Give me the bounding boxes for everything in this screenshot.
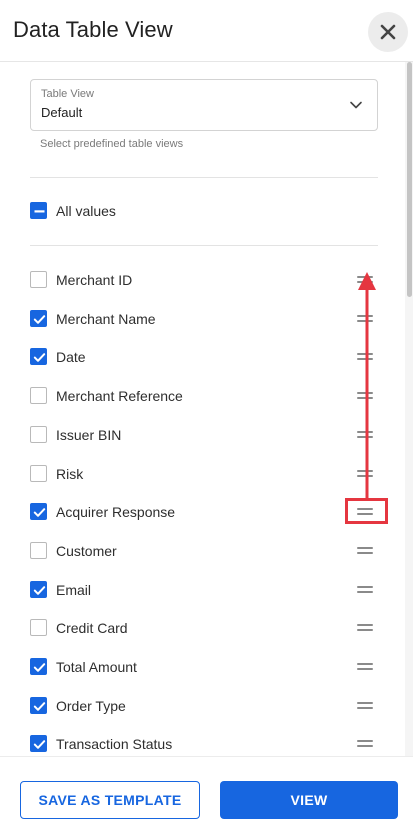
view-button[interactable]: VIEW <box>220 781 398 819</box>
table-view-helper-text: Select predefined table views <box>40 138 184 150</box>
column-checkbox[interactable] <box>30 387 47 404</box>
chevron-down-icon <box>350 101 362 109</box>
column-label: Merchant ID <box>56 272 133 288</box>
drag-handle-icon[interactable] <box>357 738 375 750</box>
table-view-select-label: Table View <box>41 88 94 100</box>
column-row[interactable]: Merchant Name <box>30 307 378 331</box>
column-row[interactable]: Merchant Reference <box>30 384 378 408</box>
column-checkbox[interactable] <box>30 658 47 675</box>
column-label: Acquirer Response <box>56 504 176 520</box>
column-label: Merchant Reference <box>56 388 183 404</box>
divider <box>30 177 378 178</box>
column-label: Date <box>56 349 86 365</box>
panel-footer: SAVE AS TEMPLATE VIEW <box>0 756 413 836</box>
column-label: Transaction Status <box>56 736 173 752</box>
check-icon <box>33 663 46 672</box>
column-checkbox[interactable] <box>30 503 47 520</box>
close-button[interactable] <box>368 12 408 52</box>
column-row[interactable]: Order Type <box>30 694 378 718</box>
check-icon <box>33 353 46 362</box>
column-checkbox[interactable] <box>30 619 47 636</box>
drag-handle-icon[interactable] <box>357 545 375 557</box>
check-icon <box>33 508 46 517</box>
column-row[interactable]: Customer <box>30 539 378 563</box>
column-row[interactable]: Merchant ID <box>30 268 378 292</box>
column-label: Total Amount <box>56 659 137 675</box>
column-checkbox[interactable] <box>30 697 47 714</box>
check-icon <box>33 740 46 749</box>
column-row[interactable]: Email <box>30 578 378 602</box>
indeterminate-icon <box>34 210 45 213</box>
column-row[interactable]: Credit Card <box>30 616 378 640</box>
arrow-up-icon <box>358 272 376 498</box>
save-as-template-button[interactable]: SAVE AS TEMPLATE <box>20 781 200 819</box>
data-table-view-panel: Data Table View Table View Default Selec… <box>0 0 413 836</box>
check-icon <box>33 315 46 324</box>
divider <box>30 245 378 246</box>
column-checkbox[interactable] <box>30 310 47 327</box>
table-view-select-value: Default <box>41 105 83 120</box>
column-checkbox[interactable] <box>30 465 47 482</box>
panel-content: Table View Default Select predefined tab… <box>0 62 408 756</box>
column-row[interactable]: Issuer BIN <box>30 423 378 447</box>
panel-header: Data Table View <box>0 0 413 62</box>
column-row[interactable]: Date <box>30 345 378 369</box>
column-row[interactable]: Acquirer Response <box>30 500 378 524</box>
highlight-box <box>345 498 388 524</box>
check-icon <box>33 586 46 595</box>
check-icon <box>33 702 46 711</box>
panel-title: Data Table View <box>13 17 173 42</box>
column-checkbox[interactable] <box>30 348 47 365</box>
column-checkbox[interactable] <box>30 581 47 598</box>
column-checkbox[interactable] <box>30 426 47 443</box>
column-checkbox[interactable] <box>30 735 47 752</box>
column-label: Risk <box>56 466 84 482</box>
column-label: Credit Card <box>56 620 128 636</box>
column-row[interactable]: Total Amount <box>30 655 378 679</box>
column-row[interactable]: Transaction Status <box>30 732 378 756</box>
column-label: Issuer BIN <box>56 427 122 443</box>
column-label: Email <box>56 582 92 598</box>
drag-handle-icon[interactable] <box>357 661 375 673</box>
drag-handle-icon[interactable] <box>357 584 375 596</box>
scrollbar-thumb[interactable] <box>407 62 412 297</box>
column-label: Order Type <box>56 698 126 714</box>
column-checkbox[interactable] <box>30 271 47 288</box>
drag-handle-icon[interactable] <box>357 622 375 634</box>
column-row[interactable]: Risk <box>30 462 378 486</box>
all-values-row[interactable]: All values <box>30 199 378 223</box>
column-label: Merchant Name <box>56 311 156 327</box>
drag-handle-icon[interactable] <box>357 700 375 712</box>
close-icon <box>380 24 396 40</box>
column-label: Customer <box>56 543 117 559</box>
column-checkbox[interactable] <box>30 542 47 559</box>
all-values-label: All values <box>56 203 116 219</box>
table-view-select[interactable]: Table View Default <box>30 79 378 131</box>
all-values-checkbox[interactable] <box>30 202 47 219</box>
